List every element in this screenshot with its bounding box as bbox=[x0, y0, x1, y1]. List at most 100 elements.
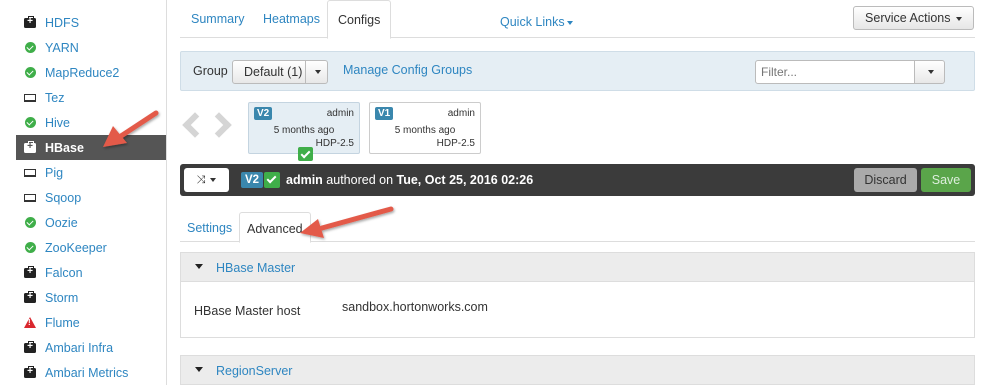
panel-body: HBase Master host sandbox.hortonworks.co… bbox=[181, 282, 974, 337]
version-badge: V1 bbox=[375, 107, 394, 120]
check-icon bbox=[264, 172, 280, 188]
chevron-left-icon[interactable] bbox=[182, 112, 208, 138]
sidebar-item-pig[interactable]: Pig bbox=[16, 160, 166, 185]
filter-dropdown-button[interactable] bbox=[914, 60, 945, 84]
config-group-value: Default (1) bbox=[244, 65, 303, 79]
config-subtabs: Settings Advanced bbox=[180, 212, 975, 243]
sidebar-item-label: MapReduce2 bbox=[45, 65, 120, 80]
version-stack: HDP-2.5 bbox=[315, 138, 354, 149]
save-button[interactable]: Save bbox=[921, 168, 971, 192]
regionserver-panel: RegionServer bbox=[180, 355, 975, 385]
sidebar-item-ambari-infra[interactable]: Ambari Infra bbox=[16, 335, 166, 360]
panel-header[interactable]: RegionServer bbox=[181, 356, 974, 385]
config-key: HBase Master host bbox=[194, 304, 301, 318]
sidebar-item-label: Hive bbox=[45, 115, 71, 130]
group-label: Group bbox=[193, 64, 228, 78]
quick-links-label: Quick Links bbox=[500, 15, 565, 29]
sidebar-item-hdfs[interactable]: HDFS bbox=[16, 10, 166, 35]
tab-summary[interactable]: Summary bbox=[181, 0, 254, 38]
medkit-icon bbox=[24, 140, 36, 154]
current-version-badge: V2 bbox=[241, 172, 264, 188]
sidebar-item-label: Ambari Infra bbox=[45, 340, 114, 355]
config-group-select[interactable]: Default (1) bbox=[232, 60, 328, 84]
sidebar-item-label: HBase bbox=[45, 140, 84, 155]
config-value[interactable]: sandbox.hortonworks.com bbox=[342, 300, 488, 314]
check-circle-icon bbox=[24, 217, 36, 229]
filter-input[interactable] bbox=[755, 60, 915, 84]
quick-links-dropdown[interactable]: Quick Links bbox=[500, 0, 573, 44]
version-author: admin bbox=[447, 108, 475, 119]
sidebar-item-label: ZooKeeper bbox=[45, 240, 107, 255]
sidebar-item-oozie[interactable]: Oozie bbox=[16, 210, 166, 235]
sidebar-item-mapreduce2[interactable]: MapReduce2 bbox=[16, 60, 166, 85]
tab-configs[interactable]: Configs bbox=[327, 0, 392, 39]
version-card-v1[interactable]: V1 admin 5 months ago HDP-2.5 bbox=[369, 102, 481, 154]
current-version-check-icon bbox=[298, 147, 313, 161]
sidebar-item-label: YARN bbox=[45, 40, 79, 55]
tab-settings[interactable]: Settings bbox=[180, 212, 239, 242]
panel-title: HBase Master bbox=[216, 261, 296, 275]
medkit-icon bbox=[24, 290, 36, 304]
manage-config-groups-link[interactable]: Manage Config Groups bbox=[343, 63, 472, 77]
version-time: 5 months ago bbox=[273, 125, 335, 136]
medkit-icon bbox=[24, 265, 36, 279]
sidebar-item-label: Falcon bbox=[45, 265, 83, 280]
sidebar-item-label: Tez bbox=[45, 90, 65, 105]
sidebar-item-label: HDFS bbox=[45, 15, 80, 30]
version-badge: V2 bbox=[254, 107, 273, 120]
caret-down-icon bbox=[195, 367, 203, 372]
medkit-icon bbox=[24, 365, 36, 379]
tab-advanced[interactable]: Advanced bbox=[239, 212, 311, 243]
sidebar-item-label: Storm bbox=[45, 290, 79, 305]
shuffle-icon: ⤨ bbox=[196, 173, 206, 186]
sidebar-item-storm[interactable]: Storm bbox=[16, 285, 166, 310]
sidebar-item-falcon[interactable]: Falcon bbox=[16, 260, 166, 285]
service-tabs: Summary Heatmaps Configs Quick Links Ser… bbox=[180, 0, 975, 39]
config-group-bar: Group Default (1) Manage Config Groups bbox=[180, 51, 975, 91]
laptop-icon bbox=[24, 92, 36, 104]
version-authored-text: admin authored on Tue, Oct 25, 2016 02:2… bbox=[286, 173, 533, 187]
sidebar-item-zookeeper[interactable]: ZooKeeper bbox=[16, 235, 166, 260]
panel-header[interactable]: HBase Master bbox=[181, 253, 974, 282]
panel-title: RegionServer bbox=[216, 364, 293, 378]
service-actions-button[interactable]: Service Actions bbox=[853, 6, 974, 30]
version-stack: HDP-2.5 bbox=[436, 138, 475, 149]
caret-down-icon bbox=[195, 264, 203, 269]
sidebar-item-yarn[interactable]: YARN bbox=[16, 35, 166, 60]
sidebar-item-hive[interactable]: Hive bbox=[16, 110, 166, 135]
check-circle-icon bbox=[24, 42, 36, 54]
sidebar-item-label: Ambari Metrics bbox=[45, 365, 129, 380]
tab-heatmaps[interactable]: Heatmaps bbox=[253, 0, 330, 38]
sidebar-item-tez[interactable]: Tez bbox=[16, 85, 166, 110]
dropdown-toggle[interactable] bbox=[305, 61, 327, 83]
sidebar-item-label: Flume bbox=[45, 315, 80, 330]
laptop-icon bbox=[24, 192, 36, 204]
sidebar-item-sqoop[interactable]: Sqoop bbox=[16, 185, 166, 210]
check-circle-icon bbox=[24, 242, 36, 254]
medkit-icon bbox=[24, 15, 36, 29]
laptop-icon bbox=[24, 167, 36, 179]
medkit-icon bbox=[24, 340, 36, 354]
chevron-right-icon[interactable] bbox=[206, 112, 232, 138]
hbase-master-panel: HBase Master HBase Master host sandbox.h… bbox=[180, 252, 975, 338]
check-circle-icon bbox=[24, 117, 36, 129]
sidebar-item-hbase[interactable]: HBase bbox=[16, 135, 166, 160]
sidebar-item-label: Oozie bbox=[45, 215, 78, 230]
caret-down-icon bbox=[314, 70, 321, 74]
caret-down-icon bbox=[927, 70, 934, 74]
service-actions-label: Service Actions bbox=[865, 11, 951, 25]
sidebar-item-flume[interactable]: Flume bbox=[16, 310, 166, 335]
sidebar-item-label: Sqoop bbox=[45, 190, 82, 205]
discard-button[interactable]: Discard bbox=[854, 168, 917, 192]
version-info-bar: ⤨ V2 admin authored on Tue, Oct 25, 2016… bbox=[180, 164, 975, 196]
version-author: admin bbox=[326, 108, 354, 119]
authored-label: authored on bbox=[326, 173, 394, 187]
compare-versions-button[interactable]: ⤨ bbox=[184, 168, 229, 192]
caret-down-icon bbox=[210, 178, 217, 182]
check-circle-icon bbox=[24, 67, 36, 79]
sidebar-item-label: Pig bbox=[45, 165, 64, 180]
caret-down-icon bbox=[956, 16, 962, 21]
version-time: 5 months ago bbox=[394, 125, 456, 136]
service-sidebar: HDFS YARN MapReduce2 Tez Hive HBase Pig … bbox=[16, 0, 167, 385]
sidebar-item-ambari-metrics[interactable]: Ambari Metrics bbox=[16, 360, 166, 385]
